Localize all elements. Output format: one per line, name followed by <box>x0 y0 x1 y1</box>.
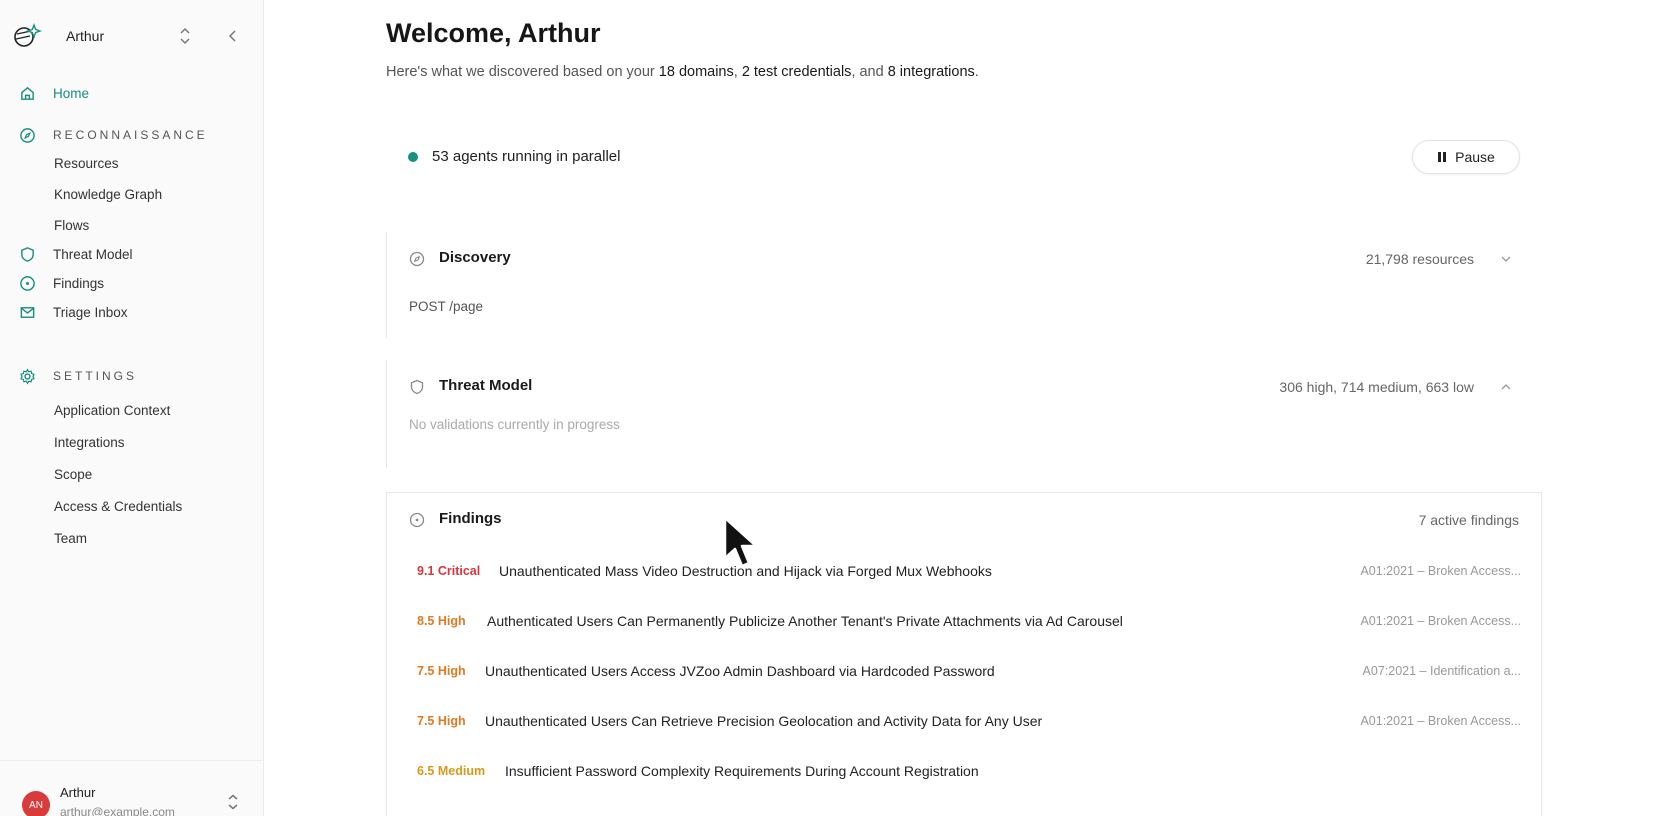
shield-icon <box>410 379 424 395</box>
app-logo-icon <box>14 22 42 47</box>
sidebar-item-integrations[interactable]: Integrations <box>0 428 264 456</box>
user-email: arthur@example.com <box>60 805 175 816</box>
sidebar-item-triage-inbox[interactable]: Triage Inbox <box>0 298 264 326</box>
finding-title: Unauthenticated Users Can Retrieve Preci… <box>485 713 1043 729</box>
finding-row[interactable]: 6.5 Medium Insufficient Password Complex… <box>387 747 1541 795</box>
mail-icon <box>20 306 35 318</box>
sidebar-item-label: Team <box>54 530 88 546</box>
shield-icon <box>21 246 34 262</box>
mouse-cursor-icon <box>723 516 758 568</box>
finding-title: Authenticated Users Can Permanently Publ… <box>487 613 1123 629</box>
sidebar-item-label: Triage Inbox <box>53 304 128 320</box>
threat-counts: 306 high, 714 medium, 663 low <box>1279 379 1474 395</box>
threat-model-status: No validations currently in progress <box>409 417 620 432</box>
target-icon <box>409 512 425 528</box>
home-icon <box>21 86 34 100</box>
domains-count: 18 domains <box>658 64 734 80</box>
severity-badge: 7.5 High <box>417 664 466 678</box>
agents-status-card: 53 agents running in parallel Pause <box>386 122 1542 192</box>
target-icon <box>20 275 35 291</box>
gear-icon <box>20 367 35 385</box>
compass-icon <box>409 251 425 267</box>
resources-count: 21,798 resources <box>1365 251 1474 267</box>
discovery-header[interactable]: Discovery 21,798 resources <box>387 232 1542 286</box>
integrations-count: 8 integrations <box>887 64 975 80</box>
sidebar-item-label: Scope <box>54 466 93 482</box>
user-name: Arthur <box>60 785 96 800</box>
threat-model-header[interactable]: Threat Model 306 high, 714 medium, 663 l… <box>387 360 1542 414</box>
user-menu[interactable]: AN Arthur arthur@example.com <box>0 760 264 816</box>
findings-header[interactable]: Findings 7 active findings <box>387 493 1541 547</box>
subtitle-text: , and <box>851 64 888 80</box>
sidebar-item-label: Flows <box>54 217 90 233</box>
credentials-count: 2 test credentials <box>741 64 852 80</box>
active-findings-count: 7 active findings <box>1418 512 1519 528</box>
page-title: Welcome, Arthur <box>386 18 601 48</box>
finding-category: A01:2021 – Broken Access... <box>1360 614 1521 628</box>
finding-category: A01:2021 – Broken Access... <box>1360 714 1521 728</box>
sidebar-section-settings: SETTINGS <box>0 364 264 388</box>
compass-icon <box>20 127 35 143</box>
finding-title: Unauthenticated Users Access JVZoo Admin… <box>485 663 995 679</box>
sidebar-item-label: Home <box>53 85 90 101</box>
sidebar-item-application-context[interactable]: Application Context <box>0 396 264 424</box>
sidebar-item-scope[interactable]: Scope <box>0 460 264 488</box>
sidebar-item-home[interactable]: Home <box>0 79 264 107</box>
panel-title: Threat Model <box>439 377 533 394</box>
sidebar-item-label: Application Context <box>54 402 171 418</box>
severity-badge: 8.5 High <box>417 614 466 628</box>
sidebar-item-resources[interactable]: Resources <box>0 149 264 177</box>
sidebar-item-findings[interactable]: Findings <box>0 269 264 297</box>
sidebar-item-threat-model[interactable]: Threat Model <box>0 240 264 268</box>
findings-panel: Findings 7 active findings 9.1 Critical … <box>386 492 1542 816</box>
main-content: Welcome, Arthur Here's what we discovere… <box>264 0 1664 816</box>
section-label: SETTINGS <box>53 369 138 383</box>
subtitle-text: Here's what we discovered based on your <box>386 64 659 80</box>
avatar: AN <box>22 791 50 816</box>
panel-title: Findings <box>439 510 502 527</box>
sidebar-item-label: Integrations <box>54 434 125 450</box>
agents-status-text: 53 agents running in parallel <box>432 148 621 165</box>
chevron-up-down-icon[interactable] <box>177 26 193 46</box>
finding-category: A01:2021 – Broken Access... <box>1360 564 1521 578</box>
chevron-up-icon[interactable] <box>1500 382 1512 392</box>
sidebar-item-label: Knowledge Graph <box>54 186 163 202</box>
section-label: RECONNAISSANCE <box>53 128 208 142</box>
status-dot <box>408 152 418 162</box>
finding-row[interactable]: 7.5 High Unauthenticated Users Access JV… <box>387 647 1541 695</box>
workspace-name: Arthur <box>66 28 105 44</box>
workspace-switcher[interactable]: Arthur <box>12 20 252 52</box>
pause-button[interactable]: Pause <box>1412 140 1520 174</box>
finding-row[interactable]: 7.5 High Unauthenticated Users Can Retri… <box>387 697 1541 745</box>
subtitle-text: , <box>733 64 742 80</box>
discovery-panel: Discovery 21,798 resources POST /page <box>386 232 1542 338</box>
sidebar-item-access-credentials[interactable]: Access & Credentials <box>0 492 264 520</box>
pause-label: Pause <box>1455 149 1495 165</box>
sidebar-item-flows[interactable]: Flows <box>0 211 264 239</box>
discovery-current-request: POST /page <box>409 299 484 314</box>
finding-title: Insufficient Password Complexity Require… <box>505 763 979 779</box>
chevron-down-icon[interactable] <box>1500 254 1512 264</box>
subtitle-text: . <box>974 64 979 80</box>
severity-badge: 9.1 Critical <box>417 564 481 578</box>
finding-row[interactable]: 8.5 High Authenticated Users Can Permane… <box>387 597 1541 645</box>
sidebar: Arthur Home RECONNAISSANCE Resources Kno… <box>0 0 264 816</box>
sidebar-section-reconnaissance: RECONNAISSANCE <box>0 123 264 147</box>
panel-title: Discovery <box>439 249 511 266</box>
pause-icon <box>1438 152 1447 162</box>
page-subtitle: Here's what we discovered based on your … <box>386 64 979 80</box>
severity-badge: 6.5 Medium <box>417 764 486 778</box>
sidebar-item-label: Access & Credentials <box>54 498 183 514</box>
chevron-up-down-icon[interactable] <box>226 793 240 811</box>
collapse-sidebar-icon[interactable] <box>226 28 240 44</box>
sidebar-item-label: Findings <box>53 275 105 291</box>
threat-model-panel: Threat Model 306 high, 714 medium, 663 l… <box>386 360 1542 468</box>
finding-row[interactable]: 9.1 Critical Unauthenticated Mass Video … <box>387 547 1541 595</box>
severity-badge: 7.5 High <box>417 714 466 728</box>
sidebar-item-team[interactable]: Team <box>0 524 264 552</box>
finding-category: A07:2021 – Identification a... <box>1362 664 1521 678</box>
sidebar-item-label: Resources <box>54 155 119 171</box>
sidebar-item-label: Threat Model <box>53 246 133 262</box>
sidebar-item-knowledge-graph[interactable]: Knowledge Graph <box>0 180 264 208</box>
